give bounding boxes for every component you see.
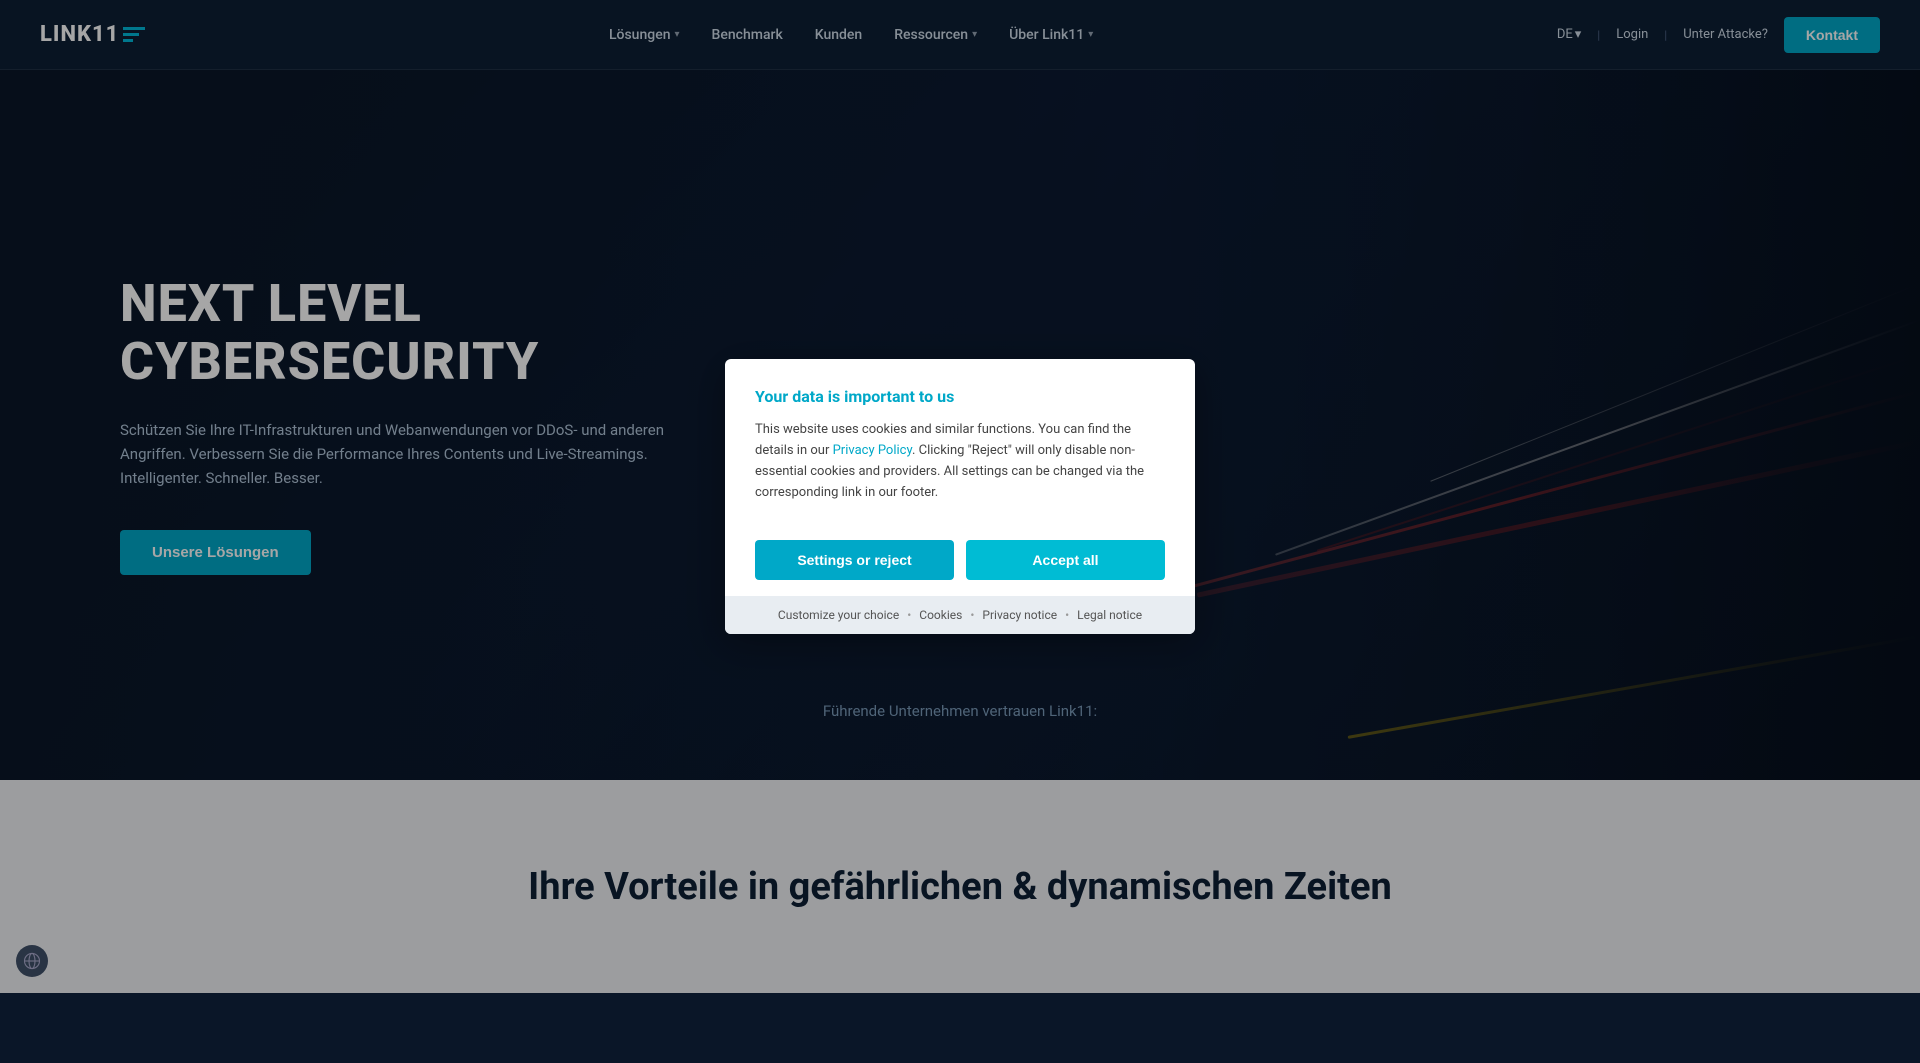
cookie-footer: Customize your choice • Cookies • Privac… bbox=[725, 596, 1195, 634]
privacy-notice-link[interactable]: Privacy notice bbox=[982, 608, 1057, 622]
cookie-title: Your data is important to us bbox=[755, 387, 1165, 406]
legal-notice-link[interactable]: Legal notice bbox=[1077, 608, 1142, 622]
footer-sep-3: • bbox=[1065, 608, 1069, 622]
cookie-text: This website uses cookies and similar fu… bbox=[755, 420, 1165, 503]
cookie-dialog: Your data is important to us This websit… bbox=[725, 359, 1195, 633]
footer-sep-2: • bbox=[970, 608, 974, 622]
cookie-body: Your data is important to us This websit… bbox=[725, 359, 1195, 523]
settings-or-reject-button[interactable]: Settings or reject bbox=[755, 540, 954, 580]
cookie-overlay: Your data is important to us This websit… bbox=[0, 0, 1920, 993]
cookies-link[interactable]: Cookies bbox=[919, 608, 962, 622]
footer-sep-1: • bbox=[907, 608, 911, 622]
customize-choice-link[interactable]: Customize your choice bbox=[778, 608, 899, 622]
privacy-policy-link[interactable]: Privacy Policy bbox=[833, 443, 912, 458]
accept-all-button[interactable]: Accept all bbox=[966, 540, 1165, 580]
cookie-buttons: Settings or reject Accept all bbox=[725, 524, 1195, 596]
